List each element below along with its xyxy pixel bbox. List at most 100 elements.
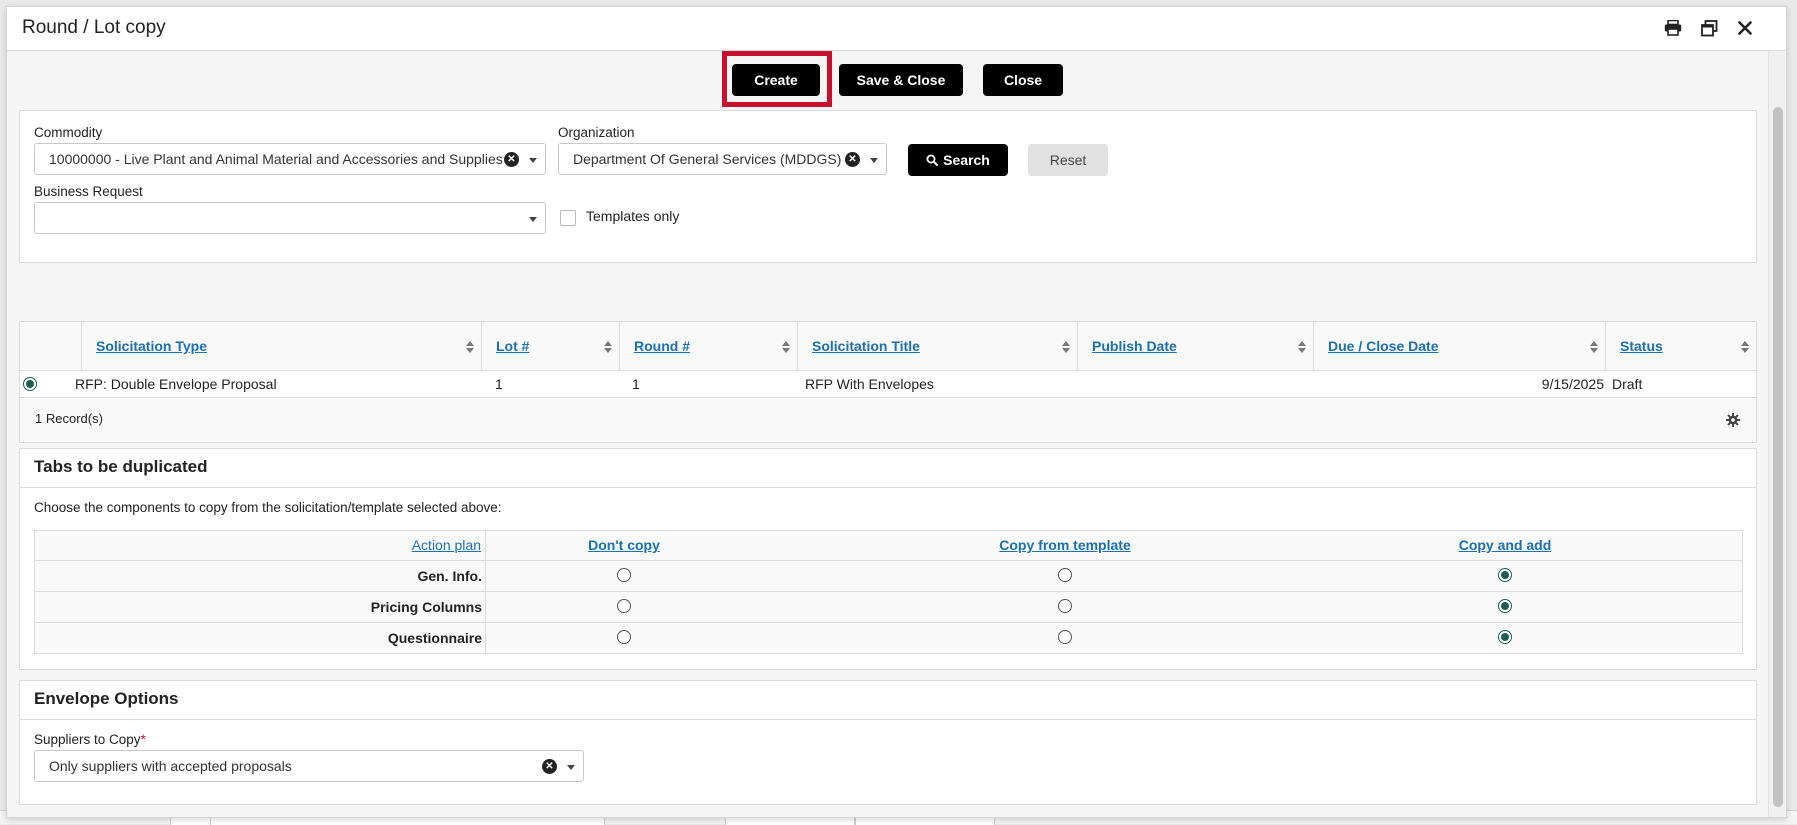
chevron-down-icon[interactable]: [529, 158, 537, 163]
commodity-value: 10000000 - Live Plant and Animal Materia…: [49, 151, 503, 167]
restore-window-icon[interactable]: [1698, 17, 1720, 39]
sort-icon[interactable]: [1589, 340, 1599, 354]
column-header-round[interactable]: Round #: [620, 322, 798, 370]
table-row[interactable]: RFP: Double Envelope Proposal 1 1 RFP Wi…: [20, 370, 1756, 398]
row-label: Pricing Columns: [370, 599, 482, 615]
column-link[interactable]: Due / Close Date: [1328, 338, 1438, 354]
search-label: Search: [943, 152, 990, 168]
dont-copy-link[interactable]: Don't copy: [575, 537, 673, 553]
duplicate-row-pricing-columns: Pricing Columns: [34, 592, 1743, 623]
column-link[interactable]: Round #: [634, 338, 690, 354]
row-label: Questionnaire: [387, 630, 482, 646]
modal-title: Round / Lot copy: [22, 17, 166, 38]
record-count: 1 Record(s): [35, 411, 103, 426]
envelope-options-panel: Envelope Options Suppliers to Copy* Only…: [19, 680, 1757, 805]
suppliers-to-copy-label: Suppliers to Copy*: [34, 732, 146, 747]
organization-select[interactable]: Department Of General Services (MDDGS) ✕: [558, 143, 887, 175]
divider: [485, 623, 486, 654]
column-header-publish-date[interactable]: Publish Date: [1078, 322, 1314, 370]
cell-round: 1: [632, 376, 640, 392]
row-select-radio[interactable]: [23, 377, 37, 391]
chevron-down-icon[interactable]: [529, 217, 537, 222]
copy-and-add-link[interactable]: Copy and add: [1447, 537, 1563, 553]
sort-icon[interactable]: [1740, 340, 1750, 354]
column-link[interactable]: Status: [1620, 338, 1663, 354]
scrollbar-thumb[interactable]: [1773, 107, 1783, 807]
tabs-description: Choose the components to copy from the s…: [34, 500, 502, 515]
tabs-duplicated-panel: Tabs to be duplicated Choose the compone…: [19, 448, 1757, 670]
cell-solicitation-type: RFP: Double Envelope Proposal: [75, 376, 277, 392]
column-link[interactable]: Lot #: [496, 338, 529, 354]
section-title: Tabs to be duplicated: [34, 457, 208, 476]
organization-value: Department Of General Services (MDDGS): [573, 151, 842, 167]
required-mark: *: [140, 732, 146, 747]
grid-footer: 1 Record(s): [20, 399, 1756, 442]
search-icon: [926, 154, 939, 166]
dont-copy-radio[interactable]: [617, 630, 631, 644]
templates-only-label: Templates only: [586, 208, 680, 224]
copy-from-template-radio[interactable]: [1058, 599, 1072, 613]
grid-select-header: [20, 322, 82, 370]
close-button[interactable]: Close: [983, 64, 1063, 96]
business-request-select[interactable]: [34, 202, 546, 234]
chevron-down-icon[interactable]: [567, 765, 575, 770]
clear-icon[interactable]: ✕: [542, 759, 557, 774]
column-header-solicitation-title[interactable]: Solicitation Title: [798, 322, 1078, 370]
column-link[interactable]: Solicitation Title: [812, 338, 920, 354]
commodity-select[interactable]: 10000000 - Live Plant and Animal Materia…: [34, 143, 546, 175]
copy-from-template-radio[interactable]: [1058, 568, 1072, 582]
column-link[interactable]: Solicitation Type: [96, 338, 207, 354]
copy-and-add-radio[interactable]: [1498, 630, 1512, 644]
column-link[interactable]: Publish Date: [1092, 338, 1177, 354]
copy-from-template-link[interactable]: Copy from template: [995, 537, 1135, 553]
sort-icon[interactable]: [1061, 340, 1071, 354]
modal-header: Round / Lot copy: [7, 7, 1786, 51]
reset-button[interactable]: Reset: [1028, 144, 1108, 176]
options-header: Action plan Don't copy Copy from templat…: [34, 530, 1743, 561]
suppliers-label-text: Suppliers to Copy: [34, 732, 141, 747]
commodity-label: Commodity: [34, 125, 103, 140]
filter-panel: Commodity 10000000 - Live Plant and Anim…: [19, 110, 1757, 263]
sort-icon[interactable]: [1297, 340, 1307, 354]
clear-icon[interactable]: ✕: [845, 152, 860, 167]
duplicate-row-questionnaire: Questionnaire: [34, 623, 1743, 654]
dont-copy-radio[interactable]: [617, 568, 631, 582]
dont-copy-radio[interactable]: [617, 599, 631, 613]
column-header-solicitation-type[interactable]: Solicitation Type: [82, 322, 482, 370]
chevron-down-icon[interactable]: [870, 158, 878, 163]
sort-icon[interactable]: [781, 340, 791, 354]
action-plan-link[interactable]: Action plan: [412, 537, 481, 553]
gear-icon[interactable]: [1726, 413, 1740, 427]
divider: [485, 592, 486, 623]
row-label: Gen. Info.: [417, 568, 482, 584]
divider: [20, 487, 1756, 488]
suppliers-value: Only suppliers with accepted proposals: [49, 758, 292, 774]
copy-from-template-radio[interactable]: [1058, 630, 1072, 644]
create-button[interactable]: Create: [732, 64, 820, 96]
section-title: Envelope Options: [34, 689, 179, 708]
save-close-button[interactable]: Save & Close: [839, 64, 963, 96]
business-request-label: Business Request: [34, 184, 143, 199]
cell-lot: 1: [495, 376, 503, 392]
header-icons: [1662, 17, 1756, 39]
divider: [20, 719, 1756, 720]
sort-icon[interactable]: [603, 340, 613, 354]
search-button[interactable]: Search: [908, 144, 1008, 176]
column-header-status[interactable]: Status: [1606, 322, 1756, 370]
sort-icon[interactable]: [465, 340, 475, 354]
organization-label: Organization: [558, 125, 635, 140]
print-icon[interactable]: [1662, 17, 1684, 39]
vertical-scrollbar[interactable]: [1768, 51, 1786, 817]
copy-and-add-radio[interactable]: [1498, 568, 1512, 582]
clear-icon[interactable]: ✕: [504, 152, 519, 167]
divider: [485, 531, 486, 560]
close-icon[interactable]: [1734, 17, 1756, 39]
cell-status: Draft: [1612, 376, 1643, 392]
suppliers-to-copy-select[interactable]: Only suppliers with accepted proposals ✕: [34, 750, 584, 782]
templates-only-checkbox[interactable]: [560, 210, 576, 226]
column-header-due-close-date[interactable]: Due / Close Date: [1314, 322, 1606, 370]
solicitation-grid: Solicitation Type Lot # Round # Solicita…: [19, 321, 1757, 443]
duplicate-row-gen-info: Gen. Info.: [34, 561, 1743, 592]
copy-and-add-radio[interactable]: [1498, 599, 1512, 613]
column-header-lot[interactable]: Lot #: [482, 322, 620, 370]
